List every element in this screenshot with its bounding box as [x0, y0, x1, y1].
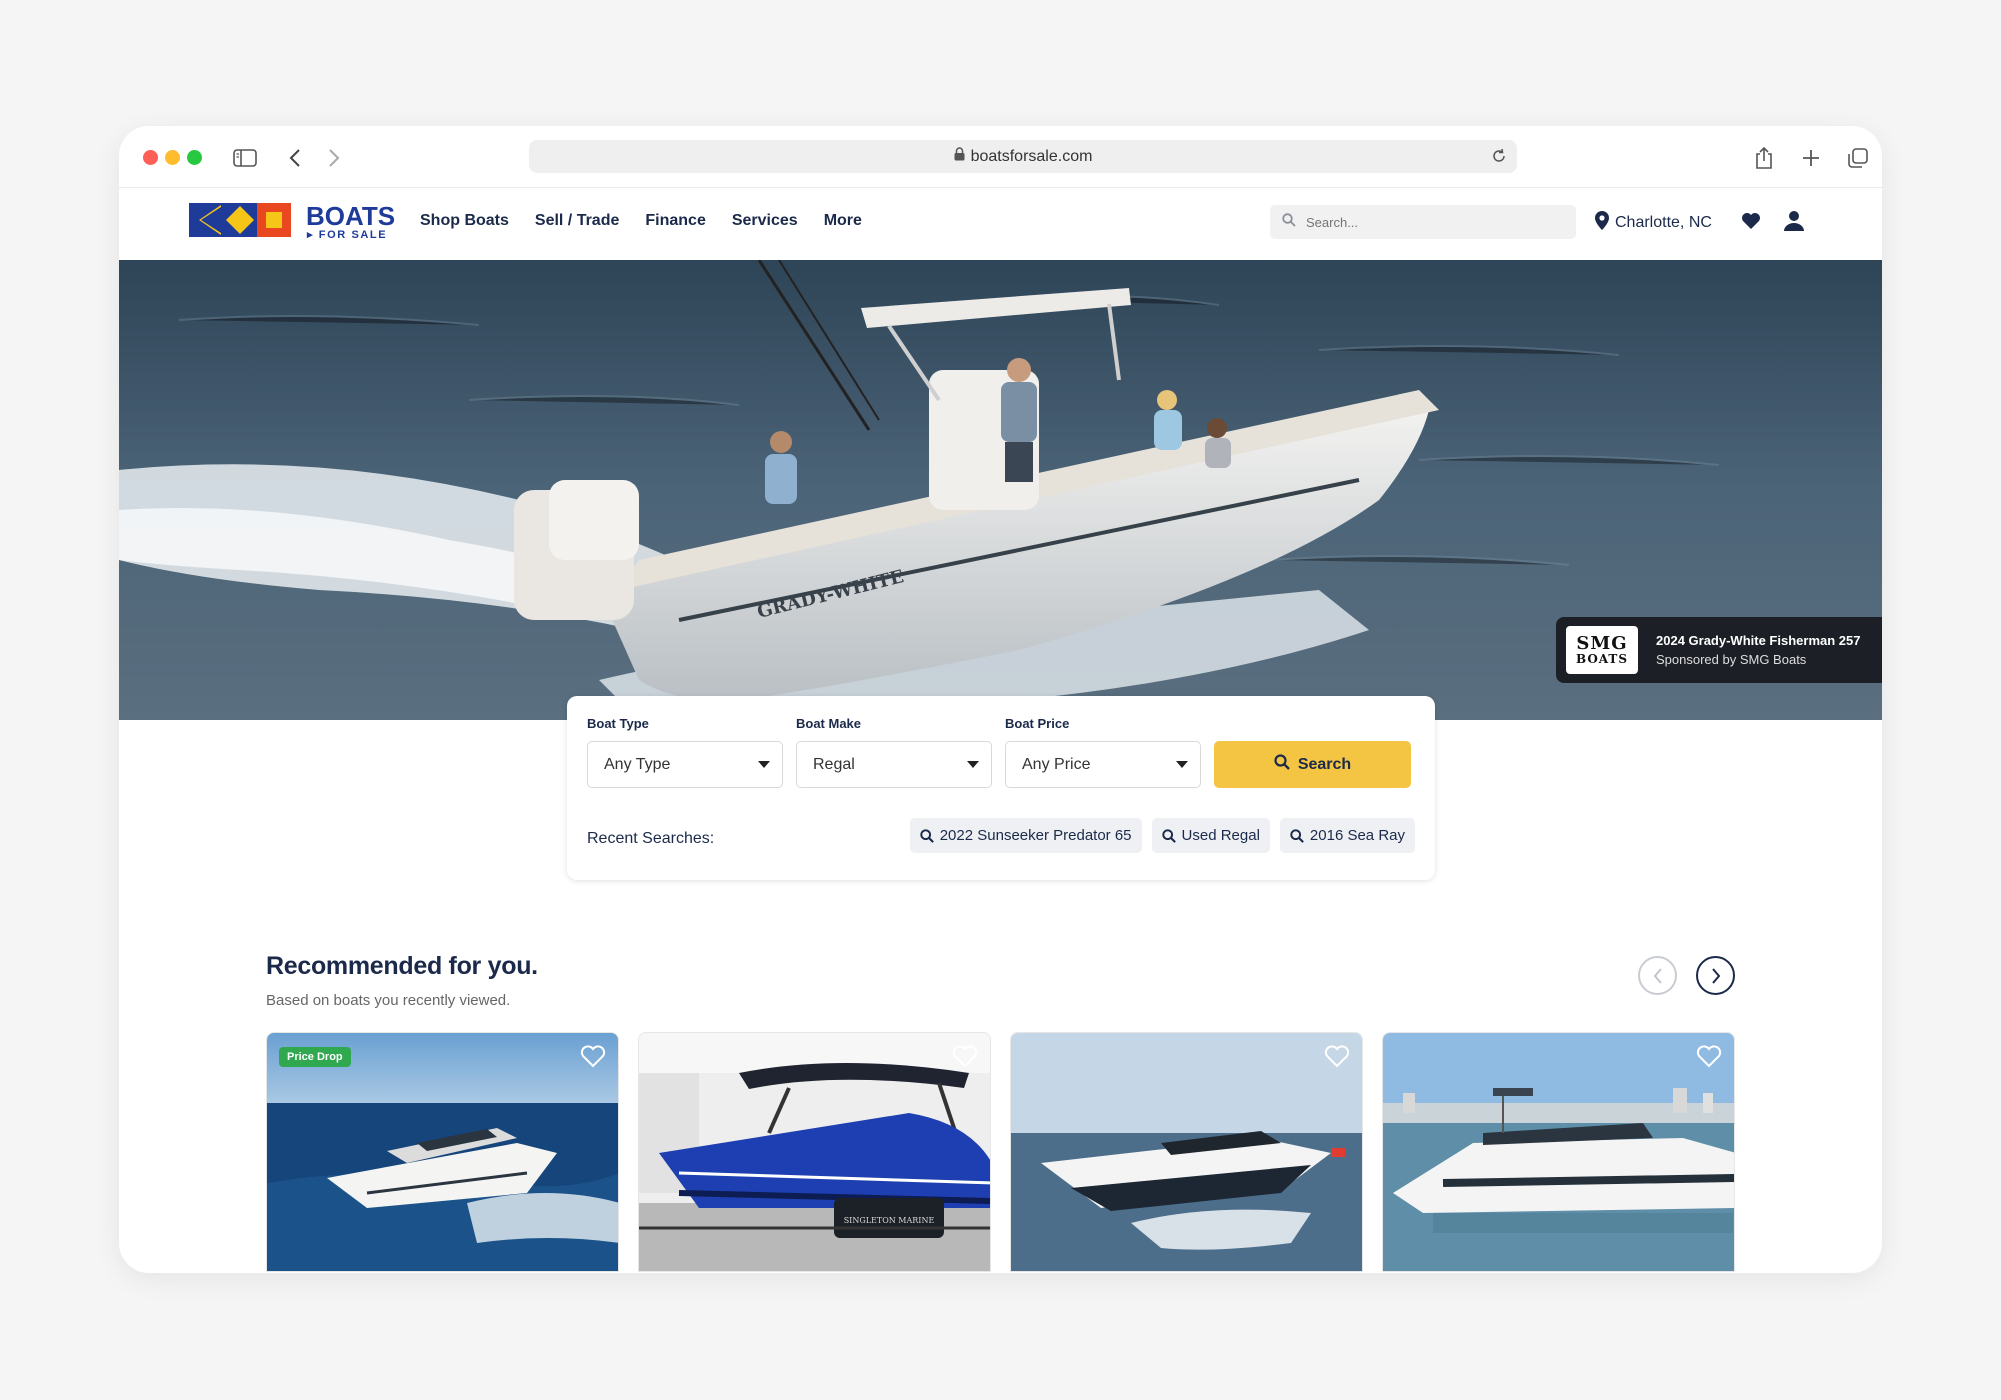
carousel-prev-button[interactable] — [1638, 956, 1677, 995]
yacht-photo — [267, 1033, 618, 1271]
boats-for-sale-logo[interactable]: BOATS ▸ FOR SALE — [189, 201, 395, 241]
dropdown-caret-icon — [1176, 761, 1188, 768]
dropdown-caret-icon — [967, 761, 979, 768]
boat-price-field: Boat Price Any Price — [1005, 716, 1201, 788]
nav-more[interactable]: More — [824, 212, 862, 230]
boat-type-field: Boat Type Any Type — [587, 716, 783, 788]
location-selector[interactable]: Charlotte, NC — [1595, 211, 1712, 235]
chevron-right-icon — [1711, 967, 1720, 984]
reload-icon[interactable] — [1491, 147, 1507, 170]
recommended-title: Recommended for you. — [266, 952, 538, 980]
site-search-input[interactable] — [1306, 214, 1556, 230]
hero-banner[interactable]: GRADY-WHITE SMG BOATS 2024 Grady-White F… — [119, 260, 1882, 720]
favorite-heart-icon[interactable] — [1324, 1045, 1350, 1068]
recommended-subtitle: Based on boats you recently viewed. — [266, 992, 511, 1009]
url-text: boatsforsale.com — [970, 147, 1093, 165]
search-button-label: Search — [1297, 755, 1352, 773]
sponsored-by-text: Sponsored by SMG Boats — [1656, 652, 1807, 667]
nav-services[interactable]: Services — [732, 212, 798, 230]
boat-listing-card[interactable]: SINGLETON MARINE — [638, 1032, 991, 1272]
search-icon — [1161, 828, 1176, 843]
boat-listing-card[interactable] — [1382, 1032, 1735, 1272]
boat-make-field: Boat Make Regal — [796, 716, 992, 788]
search-button[interactable]: Search — [1214, 741, 1411, 788]
site-search-box — [1270, 205, 1576, 239]
boat-search-form: Boat Type Any Type Boat Make Regal Boat … — [567, 696, 1435, 880]
sidebar-toggle-icon[interactable] — [231, 144, 259, 172]
favorite-heart-icon[interactable] — [580, 1045, 606, 1068]
boat-type-label: Boat Type — [587, 716, 649, 731]
main-nav: Shop Boats Sell / Trade Finance Services… — [420, 212, 888, 230]
nav-finance[interactable]: Finance — [645, 212, 705, 230]
recent-search-chip[interactable]: 2016 Sea Ray — [1279, 818, 1415, 853]
boat-type-select[interactable]: Any Type — [587, 741, 783, 788]
recent-search-chip[interactable]: 2022 Sunseeker Predator 65 — [909, 818, 1142, 853]
search-icon — [1282, 212, 1296, 232]
lock-icon — [954, 147, 965, 166]
blue-bowrider-photo: SINGLETON MARINE — [639, 1033, 990, 1271]
flybridge-yacht-photo — [1383, 1033, 1734, 1271]
tab-overview-icon[interactable] — [1844, 144, 1872, 172]
boat-listing-card[interactable]: Price Drop — [266, 1032, 619, 1272]
chevron-left-icon — [1653, 967, 1662, 984]
forward-icon[interactable] — [320, 144, 348, 172]
account-user-icon[interactable] — [1784, 210, 1804, 237]
search-icon — [920, 828, 934, 843]
recent-searches-list: 2022 Sunseeker Predator 65 Used Regal 20… — [900, 818, 1415, 853]
location-label: Charlotte, NC — [1615, 214, 1712, 231]
smg-boats-logo: SMG BOATS — [1566, 626, 1638, 674]
boat-price-select[interactable]: Any Price — [1005, 741, 1201, 788]
carousel-next-button[interactable] — [1696, 956, 1735, 995]
back-icon[interactable] — [281, 144, 309, 172]
browser-window: boatsforsale.com BOATS ▸ FOR SALE Shop B… — [119, 126, 1882, 1273]
site-header: BOATS ▸ FOR SALE Shop Boats Sell / Trade… — [119, 188, 1882, 260]
boat-listing-card[interactable] — [1010, 1032, 1363, 1272]
favorite-heart-icon[interactable] — [952, 1045, 978, 1068]
sponsored-listing-title: 2024 Grady-White Fisherman 257 — [1656, 633, 1861, 648]
browser-toolbar: boatsforsale.com — [119, 126, 1882, 188]
minimize-window-button[interactable] — [165, 150, 180, 165]
logo-main-text: BOATS — [306, 201, 395, 231]
recent-searches-label: Recent Searches: — [587, 830, 715, 847]
search-icon — [1274, 754, 1290, 775]
zoom-window-button[interactable] — [187, 150, 202, 165]
favorites-heart-icon[interactable] — [1741, 212, 1761, 235]
trailer-dealer-text: SINGLETON MARINE — [844, 1216, 935, 1225]
close-window-button[interactable] — [143, 150, 158, 165]
boat-make-select[interactable]: Regal — [796, 741, 992, 788]
boat-make-label: Boat Make — [796, 716, 862, 731]
share-icon[interactable] — [1750, 144, 1778, 172]
sport-yacht-photo — [1011, 1033, 1362, 1271]
nav-shop-boats[interactable]: Shop Boats — [420, 212, 509, 230]
logo-sub-text: ▸ FOR SALE — [306, 229, 387, 241]
price-drop-badge: Price Drop — [279, 1047, 351, 1067]
boat-price-label: Boat Price — [1005, 716, 1070, 731]
search-icon — [1290, 828, 1304, 843]
recent-search-chip[interactable]: Used Regal — [1151, 818, 1270, 853]
new-tab-icon[interactable] — [1797, 144, 1825, 172]
sponsored-listing-badge[interactable]: SMG BOATS 2024 Grady-White Fisherman 257… — [1556, 617, 1882, 683]
favorite-heart-icon[interactable] — [1696, 1045, 1722, 1068]
address-bar[interactable]: boatsforsale.com — [529, 140, 1517, 173]
map-pin-icon — [1595, 211, 1609, 235]
dropdown-caret-icon — [758, 761, 770, 768]
nav-sell-trade[interactable]: Sell / Trade — [535, 212, 619, 230]
